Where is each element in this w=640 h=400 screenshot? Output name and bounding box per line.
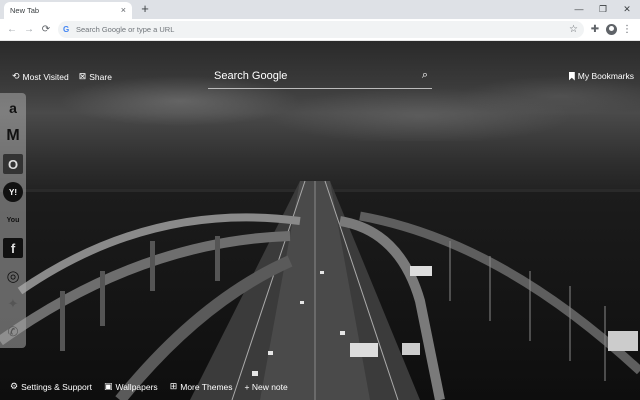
background-highway xyxy=(0,180,640,400)
windows-icon: ⊞ xyxy=(169,381,178,391)
wallpapers-link[interactable]: ▣ Wallpapers xyxy=(104,381,158,392)
browser-toolbar: ← → ⟳ G Search Google or type a URL ☆ ✚ … xyxy=(0,19,640,41)
menu-icon[interactable]: ⋮ xyxy=(620,22,634,37)
restore-button[interactable]: ❐ xyxy=(592,2,614,16)
share-label: Share xyxy=(89,71,112,82)
forward-button[interactable]: → xyxy=(22,22,36,37)
share-link[interactable]: ⊠ Share xyxy=(79,71,112,82)
new-note-label: + New note xyxy=(244,381,288,392)
whatsapp-icon[interactable]: ✆ xyxy=(3,322,23,342)
history-icon: ⟲ xyxy=(12,71,20,81)
amazon-icon[interactable]: a xyxy=(3,98,23,118)
settings-support-link[interactable]: ⚙ Settings & Support xyxy=(10,381,92,392)
most-visited-link[interactable]: ⟲ Most Visited xyxy=(12,71,69,82)
my-bookmarks-link[interactable]: My Bookmarks xyxy=(568,71,634,81)
twitter-icon[interactable]: ✦ xyxy=(3,294,23,314)
tab-close-icon[interactable]: × xyxy=(121,6,126,15)
my-bookmarks-label: My Bookmarks xyxy=(577,71,634,81)
tab-title: New Tab xyxy=(10,6,40,15)
profile-avatar[interactable] xyxy=(604,22,618,37)
new-tab-button[interactable]: + xyxy=(138,2,152,16)
bookmark-icon xyxy=(568,71,575,81)
quick-links-sidebar: a M O Y! You f ◎ ✦ ✆ xyxy=(0,93,26,348)
more-themes-link[interactable]: ⊞ More Themes xyxy=(170,381,233,392)
extensions-icon[interactable]: ✚ xyxy=(588,22,602,37)
settings-support-label: Settings & Support xyxy=(21,381,92,392)
gear-icon: ⚙ xyxy=(10,381,19,391)
new-tab-page: ⟲ Most Visited ⊠ Share Search Google ⌕ M… xyxy=(0,41,640,400)
close-window-button[interactable]: ✕ xyxy=(616,2,638,16)
back-button[interactable]: ← xyxy=(5,22,19,37)
new-note-link[interactable]: + New note xyxy=(245,381,288,392)
youtube-icon[interactable]: You xyxy=(3,210,23,230)
outlook-icon[interactable]: O xyxy=(3,154,23,174)
omnibox[interactable]: G Search Google or type a URL ☆ xyxy=(58,21,584,38)
more-themes-label: More Themes xyxy=(180,381,233,392)
wallpapers-label: Wallpapers xyxy=(115,381,158,392)
bookmark-star-icon[interactable]: ☆ xyxy=(569,23,578,36)
reload-button[interactable]: ⟳ xyxy=(39,22,53,37)
gmail-icon[interactable]: M xyxy=(3,126,23,146)
share-icon: ⊠ xyxy=(78,71,87,81)
tab-new-tab[interactable]: New Tab × xyxy=(4,2,132,19)
image-icon: ▣ xyxy=(103,381,113,391)
yahoo-icon[interactable]: Y! xyxy=(3,182,23,202)
search-box[interactable]: Search Google ⌕ xyxy=(208,63,432,89)
most-visited-label: Most Visited xyxy=(22,71,69,82)
omnibox-placeholder: Search Google or type a URL xyxy=(76,25,175,34)
search-label: Search Google xyxy=(214,69,288,82)
instagram-icon[interactable]: ◎ xyxy=(3,266,23,286)
tab-strip: New Tab × + — ❐ ✕ xyxy=(0,0,640,19)
search-icon[interactable]: ⌕ xyxy=(422,69,428,82)
minimize-button[interactable]: — xyxy=(568,2,590,16)
facebook-icon[interactable]: f xyxy=(3,238,23,258)
google-icon: G xyxy=(63,25,70,34)
